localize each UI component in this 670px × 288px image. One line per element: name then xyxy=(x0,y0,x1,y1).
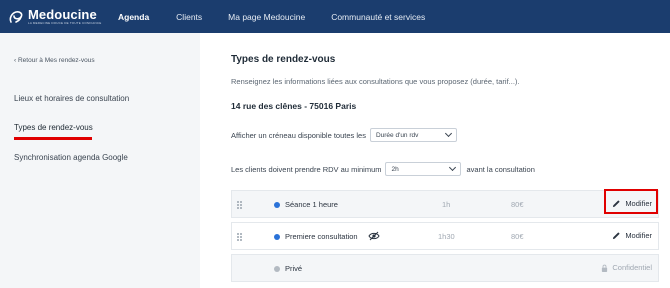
min-notice-suffix: avant la consultation xyxy=(466,164,535,174)
nav-item-ma-page[interactable]: Ma page Medoucine xyxy=(228,12,305,22)
min-notice-select[interactable]: 2h xyxy=(385,162,462,176)
edit-appointment-button[interactable]: Modifier xyxy=(612,231,652,240)
appointment-duration: 1h30 xyxy=(438,232,455,241)
page-title: Types de rendez-vous xyxy=(231,54,336,65)
nav-item-agenda[interactable]: Agenda xyxy=(118,12,149,22)
appointment-type-name: Premiere consultation xyxy=(285,232,358,241)
status-dot xyxy=(274,202,280,208)
drag-handle-icon[interactable] xyxy=(237,201,242,209)
sidebar-item-google-sync[interactable]: Synchronisation agenda Google xyxy=(14,153,128,162)
appointment-duration: 1h xyxy=(442,200,451,209)
appointment-type-row[interactable]: Premiere consultation 1h30 80€ Modifier xyxy=(231,222,659,250)
sidebar-item-locations-hours[interactable]: Lieux et horaires de consultation xyxy=(14,94,129,103)
min-notice-row: Les clients doivent prendre RDV au minim… xyxy=(231,162,535,176)
drag-handle-icon[interactable] xyxy=(237,233,242,241)
top-navigation-bar: Medoucine LA MEDECINE DOUCE DE TOUTE CON… xyxy=(0,0,670,33)
medoucine-logo[interactable]: Medoucine LA MEDECINE DOUCE DE TOUTE CON… xyxy=(8,8,108,26)
back-link-label: Retour à Mes rendez-vous xyxy=(17,57,95,64)
sidebar-item-appointment-types[interactable]: Types de rendez-vous xyxy=(14,123,93,132)
eye-slash-icon xyxy=(368,231,380,243)
intro-text: Renseignez les informations liées aux co… xyxy=(231,77,520,86)
min-notice-value: 2h xyxy=(391,165,399,173)
main-content: Types de rendez-vous Renseignez les info… xyxy=(200,33,670,288)
brand-tagline: LA MEDECINE DOUCE DE TOUTE CONFIANCE xyxy=(28,20,102,25)
chevron-down-icon xyxy=(449,163,457,172)
slot-interval-select[interactable]: Durée d'un rdv xyxy=(369,128,457,142)
appointment-type-row: Privé Confidentiel xyxy=(231,254,659,282)
appointment-type-name: Privé xyxy=(285,264,303,273)
appointment-price: 80€ xyxy=(511,232,524,241)
pencil-icon xyxy=(613,232,620,240)
chevron-down-icon xyxy=(444,129,452,138)
nav-item-communaute[interactable]: Communauté et services xyxy=(331,12,425,22)
edit-label: Modifier xyxy=(625,231,652,240)
active-item-red-underline xyxy=(14,137,92,140)
nav-item-clients[interactable]: Clients xyxy=(176,12,202,22)
confidential-label: Confidentiel xyxy=(601,263,652,272)
slot-interval-row: Afficher un créneau disponible toutes le… xyxy=(231,128,457,142)
annotation-red-highlight-box xyxy=(604,189,658,214)
confidential-text: Confidentiel xyxy=(612,263,652,272)
settings-sidebar: ‹ Retour à Mes rendez-vous Lieux et hora… xyxy=(0,33,200,288)
appointment-type-row[interactable]: Séance 1 heure 1h 80€ Modifier xyxy=(231,189,659,218)
brand-name: Medoucine xyxy=(28,6,97,22)
appointment-price: 80€ xyxy=(511,200,524,209)
slot-interval-label: Afficher un créneau disponible toutes le… xyxy=(231,130,366,140)
slot-interval-value: Durée d'un rdv xyxy=(375,131,419,139)
status-dot xyxy=(274,234,280,240)
back-to-appointments-link[interactable]: ‹ Retour à Mes rendez-vous xyxy=(14,57,95,64)
appointment-type-name: Séance 1 heure xyxy=(285,200,338,209)
practice-address: 14 rue des clênes - 75016 Paris xyxy=(231,101,357,111)
main-nav: Agenda Clients Ma page Medoucine Communa… xyxy=(117,12,425,22)
lock-icon xyxy=(602,264,608,272)
min-notice-label: Les clients doivent prendre RDV au minim… xyxy=(231,164,382,174)
medoucine-logo-icon xyxy=(8,9,24,25)
status-dot xyxy=(274,266,280,272)
